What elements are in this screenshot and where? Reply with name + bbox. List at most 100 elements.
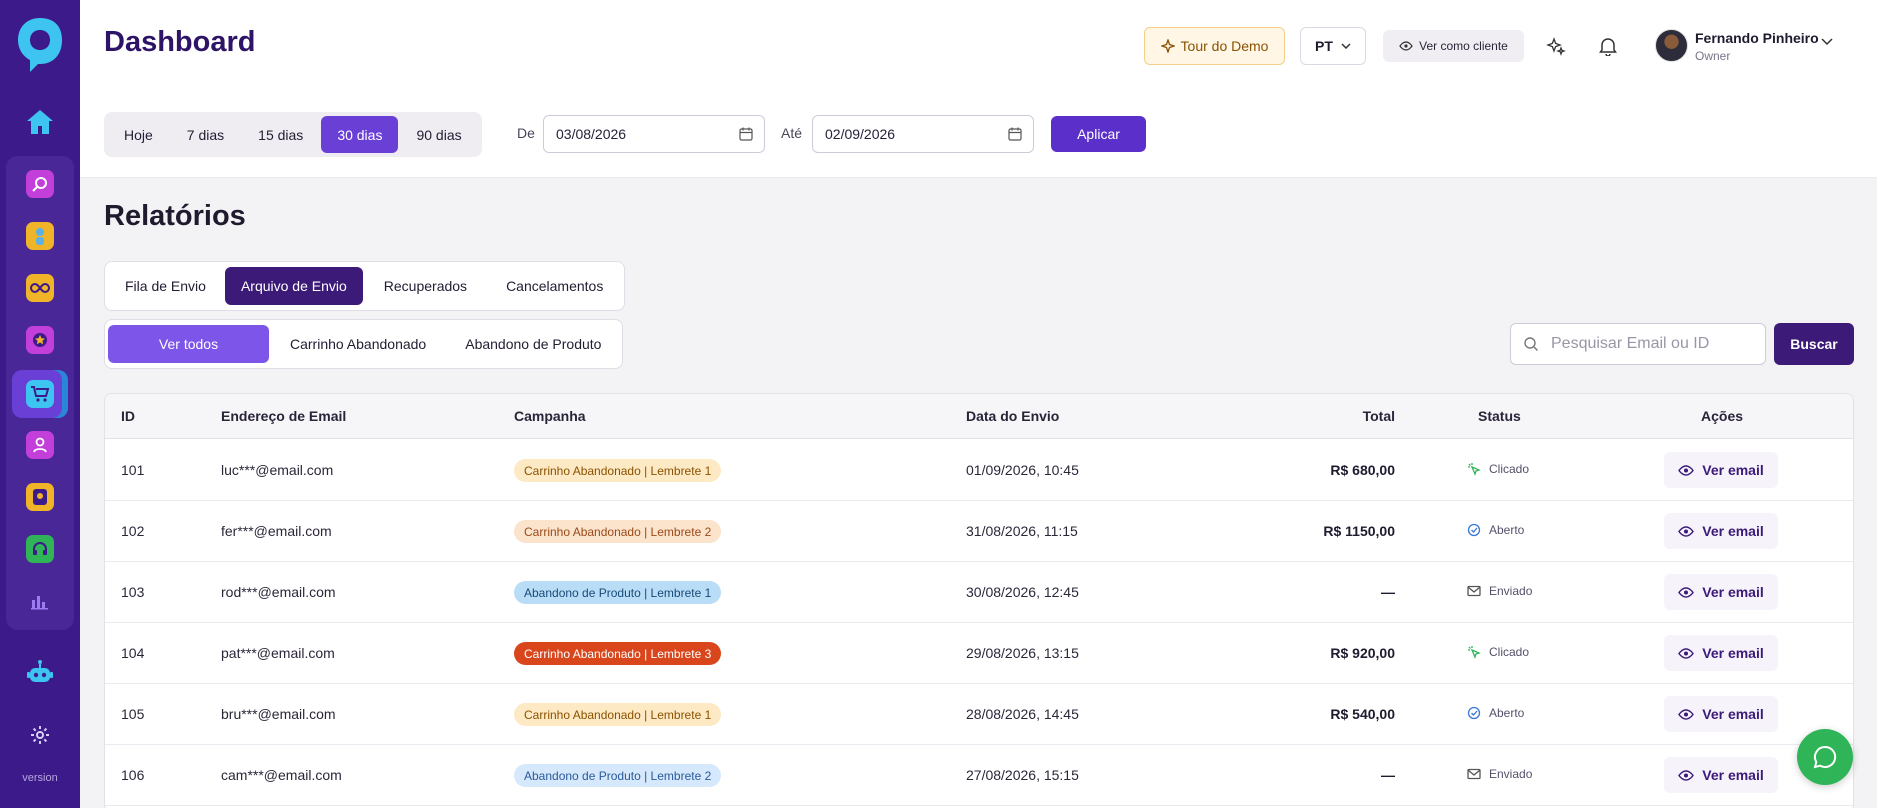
status-label: Enviado xyxy=(1489,584,1533,598)
app-person-nav[interactable] xyxy=(16,214,64,258)
row-total: R$ 540,00 xyxy=(1330,706,1395,722)
range-hoje[interactable]: Hoje xyxy=(108,116,169,153)
profile-app-icon xyxy=(26,431,54,459)
bell-icon xyxy=(1599,38,1617,56)
col-status: Status xyxy=(1478,408,1521,424)
row-id: 101 xyxy=(121,462,145,478)
tab-fila-de-envio[interactable]: Fila de Envio xyxy=(108,267,223,305)
gear-icon xyxy=(31,726,49,744)
date-range-selector: Hoje 7 dias 15 dias 30 dias 90 dias xyxy=(104,112,482,157)
home-nav[interactable] xyxy=(16,100,64,144)
chat-bubble-icon xyxy=(1813,745,1837,769)
to-date-input[interactable]: 02/09/2026 xyxy=(812,115,1034,153)
view-email-button[interactable]: Ver email xyxy=(1664,696,1778,732)
table-header: ID Endereço de Email Campanha Data do En… xyxy=(105,394,1853,439)
table-row: 104 pat***@email.com Carrinho Abandonado… xyxy=(105,623,1853,684)
status-clicado: Clicado xyxy=(1467,462,1529,476)
view-email-button[interactable]: Ver email xyxy=(1664,635,1778,671)
app-search-nav[interactable] xyxy=(16,162,64,206)
tour-demo-button[interactable]: Tour do Demo xyxy=(1144,27,1285,65)
app-vault-nav[interactable] xyxy=(16,475,64,519)
cart-app-icon xyxy=(26,380,54,408)
language-value: PT xyxy=(1315,38,1333,54)
settings-nav[interactable] xyxy=(16,713,64,757)
tour-demo-label: Tour do Demo xyxy=(1180,38,1269,54)
calendar-icon[interactable] xyxy=(738,126,754,142)
eye-icon xyxy=(1678,525,1695,537)
campaign-badge: Carrinho Abandonado | Lembrete 1 xyxy=(514,459,722,482)
subtab-carrinho-abandonado[interactable]: Carrinho Abandonado xyxy=(271,325,445,363)
row-email: rod***@email.com xyxy=(221,584,336,600)
app-logo[interactable] xyxy=(15,16,65,74)
subtab-abandono-de-produto[interactable]: Abandono de Produto xyxy=(447,325,619,363)
table-row: 103 rod***@email.com Abandono de Produto… xyxy=(105,562,1853,623)
from-date-input[interactable]: 03/08/2026 xyxy=(543,115,765,153)
range-7-dias[interactable]: 7 dias xyxy=(171,116,240,153)
range-15-dias[interactable]: 15 dias xyxy=(242,116,319,153)
calendar-icon[interactable] xyxy=(1007,126,1023,142)
view-email-label: Ver email xyxy=(1702,584,1764,600)
avatar[interactable] xyxy=(1655,29,1688,62)
robot-nav[interactable] xyxy=(16,651,64,695)
tab-arquivo-de-envio[interactable]: Arquivo de Envio xyxy=(224,267,363,305)
headset-app-icon xyxy=(26,535,54,563)
to-label: Até xyxy=(781,125,803,141)
language-select[interactable]: PT xyxy=(1300,27,1366,65)
search-placeholder: Pesquisar Email ou ID xyxy=(1551,335,1710,352)
row-id: 103 xyxy=(121,584,145,600)
robot-icon xyxy=(27,660,53,682)
table-row: 101 luc***@email.com Carrinho Abandonado… xyxy=(105,440,1853,501)
row-email: bru***@email.com xyxy=(221,706,336,722)
tab-cancelamentos[interactable]: Cancelamentos xyxy=(488,267,621,305)
col-acoes: Ações xyxy=(1701,408,1744,424)
from-label: De xyxy=(517,125,535,141)
col-email: Endereço de Email xyxy=(221,408,347,424)
row-email: luc***@email.com xyxy=(221,462,334,478)
subtab-ver-todos[interactable]: Ver todos xyxy=(108,325,269,363)
col-data: Data do Envio xyxy=(966,408,1060,424)
click-icon xyxy=(1468,463,1481,476)
chevron-down-icon xyxy=(1341,43,1351,49)
tab-recuperados[interactable]: Recuperados xyxy=(365,267,486,305)
col-campanha: Campanha xyxy=(514,408,586,424)
notifications-button[interactable] xyxy=(1596,34,1620,58)
report-tabs: Fila de Envio Arquivo de Envio Recuperad… xyxy=(104,261,626,311)
app-support-nav[interactable] xyxy=(16,527,64,571)
chat-button[interactable] xyxy=(1797,729,1853,785)
search-input[interactable]: Pesquisar Email ou ID xyxy=(1510,323,1766,365)
sparkles-button[interactable] xyxy=(1544,34,1568,58)
status-label: Aberto xyxy=(1489,706,1525,720)
check-circle-icon xyxy=(1467,523,1481,537)
campaign-filter-tabs: Ver todos Carrinho Abandonado Abandono d… xyxy=(104,319,624,369)
search-button[interactable]: Buscar xyxy=(1774,323,1854,365)
sends-table: ID Endereço de Email Campanha Data do En… xyxy=(104,393,1854,808)
view-email-button[interactable]: Ver email xyxy=(1664,757,1778,793)
row-id: 104 xyxy=(121,645,145,661)
apply-button[interactable]: Aplicar xyxy=(1051,116,1146,152)
version-label: version xyxy=(22,772,58,784)
status-label: Enviado xyxy=(1489,767,1533,781)
view-email-button[interactable]: Ver email xyxy=(1664,513,1778,549)
campaign-badge: Carrinho Abandonado | Lembrete 3 xyxy=(514,642,722,665)
view-email-label: Ver email xyxy=(1702,462,1764,478)
app-cart-nav[interactable] xyxy=(12,370,68,418)
user-role: Owner xyxy=(1695,49,1731,63)
envelope-icon xyxy=(1467,585,1481,597)
user-menu-chevron-icon[interactable] xyxy=(1821,38,1833,46)
eye-icon xyxy=(1399,41,1413,51)
row-id: 106 xyxy=(121,767,145,783)
app-star-nav[interactable] xyxy=(16,318,64,362)
row-date: 01/09/2026, 10:45 xyxy=(966,462,1079,478)
view-email-label: Ver email xyxy=(1702,645,1764,661)
col-total: Total xyxy=(1362,408,1395,424)
reports-nav[interactable] xyxy=(16,579,64,623)
view-as-client-button[interactable]: Ver como cliente xyxy=(1383,30,1524,62)
view-email-button[interactable]: Ver email xyxy=(1664,452,1778,488)
app-profile-nav[interactable] xyxy=(16,423,64,467)
view-email-button[interactable]: Ver email xyxy=(1664,574,1778,610)
app-infinity-nav[interactable] xyxy=(16,266,64,310)
row-total: R$ 680,00 xyxy=(1330,462,1395,478)
range-90-dias[interactable]: 90 dias xyxy=(400,116,477,153)
view-email-label: Ver email xyxy=(1702,767,1764,783)
range-30-dias[interactable]: 30 dias xyxy=(321,116,399,153)
